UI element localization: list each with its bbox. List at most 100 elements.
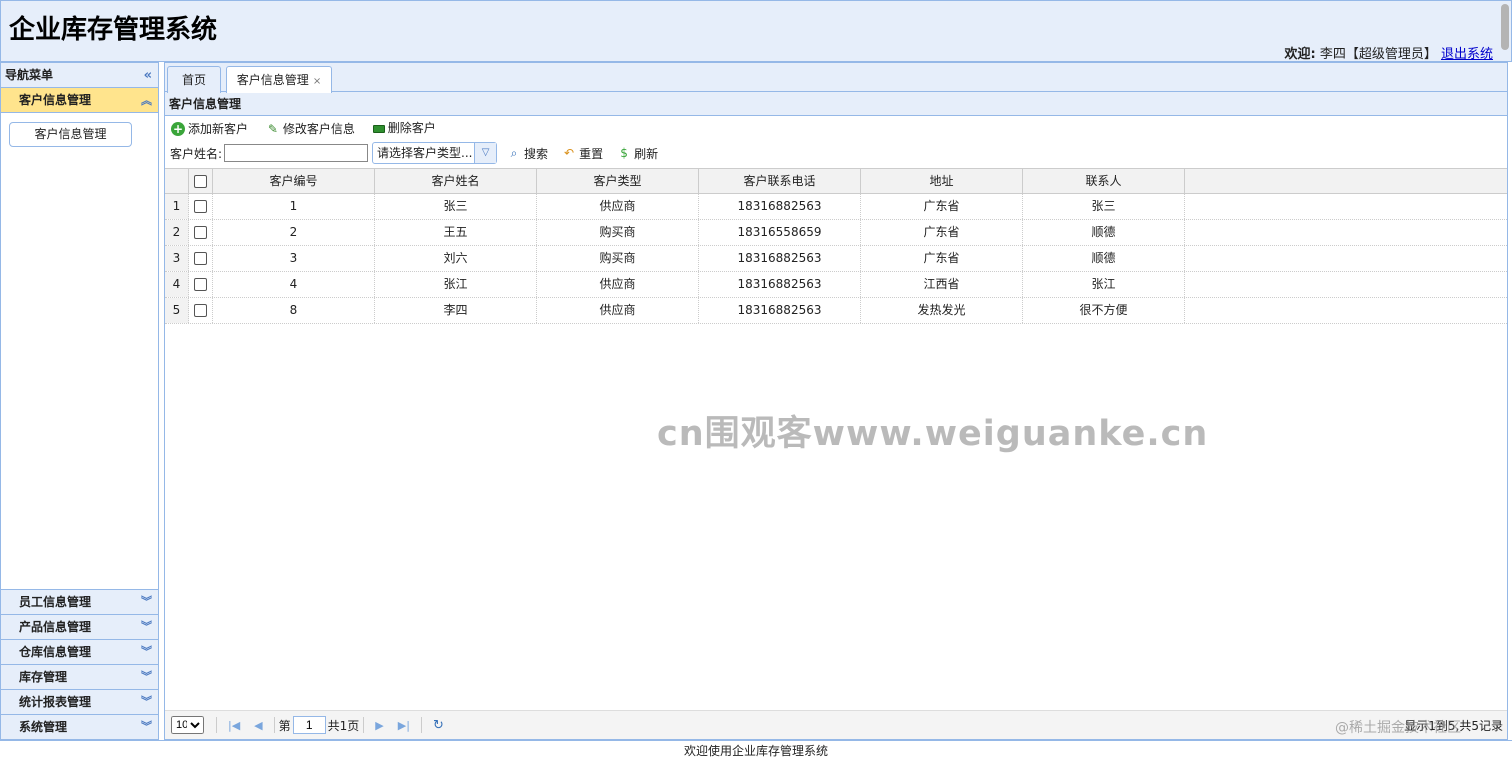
main-content: 首页 客户信息管理 × 客户信息管理 + 添加新客户 ✎ 修改客户信息 删除客户 客户… [164, 62, 1508, 740]
sidebar-panel-system[interactable]: 系统管理 ︾ [1, 714, 158, 739]
table-cell: 2 [213, 220, 375, 245]
table-cell: 很不方便 [1023, 298, 1185, 323]
pencil-icon: ✎ [267, 122, 278, 136]
chevron-down-icon[interactable]: ︾ [141, 690, 152, 714]
chevron-down-icon[interactable]: ︾ [141, 665, 152, 689]
table-cell: 供应商 [537, 272, 699, 297]
divider [273, 717, 275, 733]
column-header[interactable]: 联系人 [1023, 169, 1185, 193]
table-cell: 刘六 [375, 246, 537, 271]
button-label: 修改客户信息 [282, 122, 355, 136]
sidebar-header: 导航菜单 « [1, 63, 158, 88]
sidebar-panel-customer[interactable]: 客户信息管理 ︽ [1, 88, 158, 113]
action-toolbar: + 添加新客户 ✎ 修改客户信息 删除客户 [165, 116, 1507, 140]
first-page-icon[interactable]: |◀ [228, 719, 240, 732]
sidebar-panel-label: 库存管理 [19, 670, 68, 684]
sidebar-panel-product[interactable]: 产品信息管理 ︾ [1, 614, 158, 639]
table-row[interactable]: 3 3 刘六 购买商 18316882563 广东省 顺德 [165, 246, 1507, 272]
sidebar-panel-label: 仓库信息管理 [19, 645, 92, 659]
logout-link[interactable]: 退出系统 [1441, 47, 1493, 62]
table-cell: 购买商 [537, 220, 699, 245]
row-number: 4 [165, 272, 189, 297]
page-size-select[interactable]: 10 [171, 716, 204, 734]
chevron-down-icon[interactable]: ︾ [141, 590, 152, 614]
column-header[interactable]: 客户编号 [213, 169, 375, 193]
double-chevron-left-icon[interactable]: « [144, 63, 152, 88]
chevron-down-icon[interactable]: ︾ [141, 715, 152, 739]
table-cell: 顺德 [1023, 246, 1185, 271]
table-cell: 18316882563 [699, 194, 861, 219]
column-header[interactable]: 地址 [861, 169, 1023, 193]
panel-title: 客户信息管理 [165, 92, 1507, 116]
chevron-down-icon[interactable]: ︾ [141, 615, 152, 639]
column-header[interactable]: 客户联系电话 [699, 169, 861, 193]
row-checkbox[interactable] [194, 252, 207, 265]
welcome-bar: 欢迎: 李四【超级管理员】 退出系统 [1284, 43, 1493, 62]
sidebar-title: 导航菜单 [5, 68, 54, 82]
table-cell: 18316558659 [699, 220, 861, 245]
table-cell: 张三 [375, 194, 537, 219]
row-checkbox[interactable] [194, 304, 207, 317]
add-customer-button[interactable]: + 添加新客户 [171, 117, 248, 141]
edit-customer-button[interactable]: ✎ 修改客户信息 [266, 117, 355, 141]
table-cell: 供应商 [537, 298, 699, 323]
row-checkbox[interactable] [194, 226, 207, 239]
sidebar-panel-warehouse[interactable]: 仓库信息管理 ︾ [1, 639, 158, 664]
scrollbar-thumb[interactable] [1501, 4, 1509, 50]
select-all-checkbox[interactable] [194, 174, 207, 188]
sidebar-panel-reports[interactable]: 统计报表管理 ︾ [1, 689, 158, 714]
sidebar: 导航菜单 « 客户信息管理 ︽ 客户信息管理 员工信息管理 ︾ 产品信息管理 ︾ 仓… [0, 62, 159, 740]
row-checkbox-cell [189, 298, 213, 323]
sidebar-panel-label: 统计报表管理 [19, 695, 92, 709]
sidebar-panel-inventory[interactable]: 库存管理 ︾ [1, 664, 158, 689]
chevron-down-icon[interactable]: ▽ [474, 143, 497, 163]
table-cell: 江西省 [861, 272, 1023, 297]
tab-home[interactable]: 首页 [167, 66, 221, 93]
select-all-checkbox-cell [189, 169, 213, 193]
search-toolbar: 客户姓名: 请选择客户类型... ▽ ⌕ 搜索 ↶ 重置 $ 刷新 [165, 140, 1507, 166]
row-number: 2 [165, 220, 189, 245]
button-label: 刷新 [634, 146, 659, 161]
prev-page-icon[interactable]: ◀ [254, 719, 262, 732]
reload-icon[interactable]: ↻ [433, 718, 444, 733]
row-checkbox[interactable] [194, 278, 207, 291]
table-cell: 供应商 [537, 194, 699, 219]
reset-button[interactable]: ↶ 重置 [562, 145, 603, 162]
divider [363, 717, 365, 733]
next-page-icon[interactable]: ▶ [375, 719, 383, 732]
footer: 欢迎使用企业库存管理系统 [0, 740, 1512, 760]
table-cell: 广东省 [861, 220, 1023, 245]
undo-icon: ↶ [564, 146, 575, 160]
chevron-up-icon[interactable]: ︽ [141, 88, 152, 113]
column-header[interactable]: 客户姓名 [375, 169, 537, 193]
page-number-input[interactable] [292, 716, 326, 734]
search-button[interactable]: ⌕ 搜索 [507, 145, 548, 162]
table-cell: 4 [213, 272, 375, 297]
sidebar-item-customer-info[interactable]: 客户信息管理 [9, 122, 132, 147]
row-number-header [165, 169, 189, 193]
customer-grid: 客户编号 客户姓名 客户类型 客户联系电话 地址 联系人 1 1 张三 供应商 1831… [165, 168, 1507, 324]
header: 企业库存管理系统 欢迎: 李四【超级管理员】 退出系统 [0, 0, 1512, 62]
customer-type-select[interactable]: 请选择客户类型... ▽ [372, 142, 498, 164]
sidebar-panel-employee[interactable]: 员工信息管理 ︾ [1, 589, 158, 614]
last-page-icon[interactable]: ▶| [398, 719, 410, 732]
chevron-down-icon[interactable]: ︾ [141, 640, 152, 664]
column-header[interactable]: 客户类型 [537, 169, 699, 193]
table-cell: 张江 [375, 272, 537, 297]
table-row[interactable]: 2 2 王五 购买商 18316558659 广东省 顺德 [165, 220, 1507, 246]
row-checkbox[interactable] [194, 200, 207, 213]
row-number: 5 [165, 298, 189, 323]
refresh-button[interactable]: $ 刷新 [617, 145, 658, 162]
close-icon[interactable]: × [313, 76, 321, 87]
row-checkbox-cell [189, 220, 213, 245]
tab-customer-info[interactable]: 客户信息管理 × [226, 66, 332, 93]
table-cell: 广东省 [861, 194, 1023, 219]
table-row[interactable]: 5 8 李四 供应商 18316882563 发热发光 很不方便 [165, 298, 1507, 324]
customer-name-input[interactable] [224, 144, 369, 162]
table-cell: 王五 [375, 220, 537, 245]
add-icon: + [171, 122, 185, 136]
delete-customer-button[interactable]: 删除客户 [372, 116, 436, 140]
table-cell: 李四 [375, 298, 537, 323]
table-row[interactable]: 1 1 张三 供应商 18316882563 广东省 张三 [165, 194, 1507, 220]
table-row[interactable]: 4 4 张江 供应商 18316882563 江西省 张江 [165, 272, 1507, 298]
